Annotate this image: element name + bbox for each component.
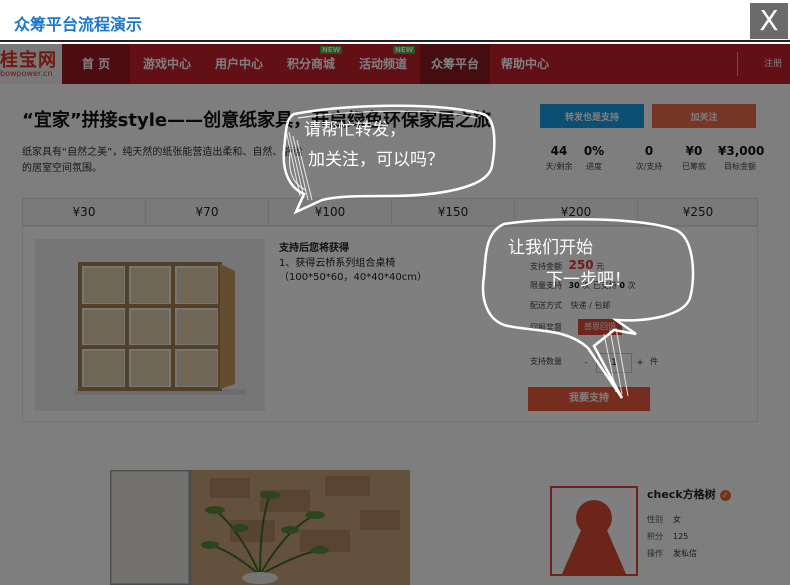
reward-description: 1、获得云桥系列组合桌椅（100*50*60，40*40*40cm）: [279, 258, 427, 283]
user-gender-label: 性别: [647, 515, 663, 524]
stat-label: 已筹款: [682, 162, 706, 171]
stat-value: 44: [550, 144, 568, 158]
demo-page: 桂宝网 bowpower.cn 首 页 游戏中心 用户中心 积分商城 NEW 活…: [0, 44, 790, 585]
stat-days-left: 44 天/剩余: [540, 144, 578, 172]
user-gender-value: 女: [673, 515, 681, 524]
stat-label: 次/支持: [635, 162, 663, 171]
nav-item-crowdfunding[interactable]: 众筹平台: [420, 44, 490, 84]
project-description: 纸家具有“自然之美”，纯天然的纸张能营造出柔和、自然、静谧的居室空间氛围。: [22, 147, 303, 174]
user-points-label: 积分: [647, 532, 663, 541]
user-name[interactable]: check方格树 ✓: [647, 486, 731, 502]
user-avatar[interactable]: [550, 486, 638, 576]
nav-item-games[interactable]: 游戏中心: [134, 44, 200, 84]
stat-value: 0%: [583, 144, 605, 158]
speech-bubble-share-line2: 加关注，可以吗？: [308, 150, 444, 170]
user-name-text: check方格树: [647, 488, 716, 501]
register-link[interactable]: 注册: [764, 44, 782, 84]
verified-icon: ✓: [719, 489, 731, 501]
tier-tab[interactable]: ¥70: [146, 199, 269, 225]
user-points-row: 积分 125: [647, 531, 688, 542]
modal-title-bar: 众筹平台流程演示 X: [0, 0, 790, 42]
user-action-label: 操作: [647, 549, 663, 558]
product-image: [35, 239, 265, 411]
stat-label: 天/剩余: [545, 162, 573, 171]
share-button[interactable]: 转发也是支持: [538, 102, 646, 130]
stat-value: ¥3,000: [718, 144, 765, 158]
close-button[interactable]: X: [750, 3, 788, 39]
user-points-value: 125: [673, 532, 689, 541]
user-gender-row: 性别 女: [647, 514, 681, 525]
nav-item-user-center[interactable]: 用户中心: [206, 44, 272, 84]
nav-divider: [737, 52, 738, 76]
reward-title: 支持后您将获得: [279, 243, 349, 254]
speech-bubble-next-line1: 让我们开始: [508, 238, 593, 258]
stat-value: 0: [644, 144, 654, 158]
speech-bubble-share: 请帮忙转发， 加关注，可以吗？: [278, 100, 508, 216]
project-photo: [110, 470, 410, 585]
site-logo-domain: bowpower.cn: [0, 69, 53, 78]
stat-progress: 0% 进度: [578, 144, 610, 172]
speech-bubble-next-line2: 下一步吧！: [546, 270, 631, 290]
send-message-link[interactable]: 发私信: [673, 549, 697, 558]
speech-bubble-share-line1: 请帮忙转发，: [304, 120, 406, 140]
speech-bubble-next: 让我们开始 下一步吧！: [476, 216, 706, 402]
nav-item-home[interactable]: 首 页: [62, 44, 130, 84]
follow-button[interactable]: 加关注: [650, 102, 758, 130]
new-badge: NEW: [320, 46, 343, 54]
modal-title: 众筹平台流程演示: [14, 15, 143, 34]
stat-supporters: 0 次/支持: [622, 144, 676, 172]
user-action-row: 操作 发私信: [647, 548, 697, 559]
stat-value: ¥0: [685, 144, 703, 158]
stat-raised: ¥0 已筹款: [676, 144, 712, 172]
nav-item-help[interactable]: 帮助中心: [492, 44, 558, 84]
top-nav: 桂宝网 bowpower.cn 首 页 游戏中心 用户中心 积分商城 NEW 活…: [0, 44, 790, 84]
logo-area[interactable]: 桂宝网 bowpower.cn: [0, 44, 62, 84]
stat-goal: ¥3,000 目标金额: [718, 144, 765, 172]
stat-label: 目标金额: [724, 162, 756, 171]
stat-label: 进度: [586, 162, 602, 171]
tier-tab[interactable]: ¥30: [23, 199, 146, 225]
new-badge: NEW: [393, 46, 416, 54]
